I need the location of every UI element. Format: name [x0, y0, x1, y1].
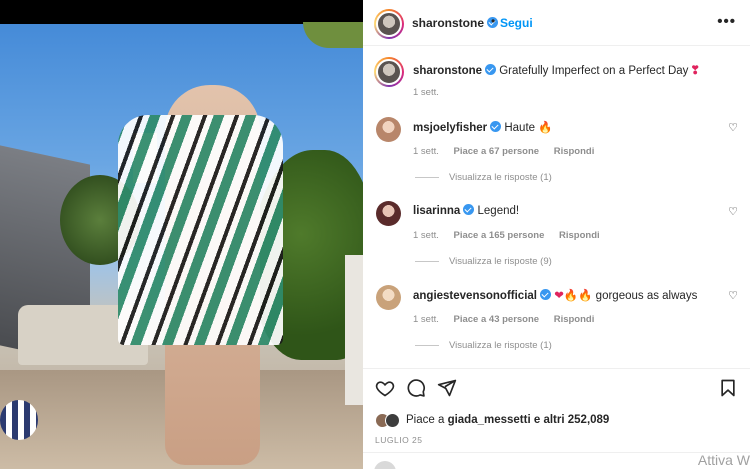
view-replies-label: Visualizza le risposte (9): [449, 256, 552, 267]
comment-text: gorgeous as always: [595, 290, 698, 302]
commenter-username[interactable]: angiestevensonofficial: [413, 290, 537, 302]
tree-leaves: [303, 22, 363, 48]
commenter-avatar[interactable]: [376, 201, 401, 226]
author-avatar[interactable]: [374, 9, 404, 39]
comment-time[interactable]: 1 sett.: [413, 314, 439, 325]
view-replies-label: Visualizza le risposte (1): [449, 172, 552, 183]
more-options-icon[interactable]: •••: [717, 13, 736, 30]
header-separator: •: [491, 14, 496, 28]
reply-button[interactable]: Rispondi: [559, 230, 600, 241]
comment-likes-count[interactable]: Piace a 67 persone: [454, 146, 540, 157]
comment-likes-count[interactable]: Piace a 43 persone: [454, 314, 540, 325]
author-username[interactable]: sharonstone: [412, 16, 484, 30]
comment-like-heart-icon[interactable]: ♡: [728, 289, 738, 302]
verified-icon: [490, 121, 502, 132]
verified-icon: [463, 204, 475, 215]
comment-item: angiestevensonofficial ❤🔥🔥 gorgeous as a…: [363, 285, 750, 365]
likes-others[interactable]: e altri 252,089: [534, 414, 609, 426]
liker-username[interactable]: giada_messetti: [448, 414, 531, 426]
reply-button[interactable]: Rispondi: [554, 314, 595, 325]
reply-button[interactable]: Rispondi: [554, 146, 595, 157]
view-replies-button[interactable]: Visualizza le risposte (1): [415, 172, 552, 183]
fire-emoji: 🔥: [538, 122, 553, 134]
verified-icon: [539, 289, 551, 300]
current-user-avatar: [374, 461, 396, 469]
post-date[interactable]: LUGLIO 25: [375, 435, 423, 445]
follow-button[interactable]: Segui: [500, 16, 533, 30]
view-replies-label: Visualizza le risposte (1): [449, 340, 552, 351]
comment-time[interactable]: 1 sett.: [413, 146, 439, 157]
comment-icon[interactable]: [406, 378, 426, 398]
comment-likes-count[interactable]: Piace a 165 persone: [454, 230, 545, 241]
striped-towel: [118, 115, 283, 345]
paper-plane-icon[interactable]: [437, 378, 457, 398]
caption-time[interactable]: 1 sett.: [413, 87, 439, 98]
caption-text: Gratefully Imperfect on a Perfect Day: [499, 65, 689, 77]
commenter-username[interactable]: lisarinna: [413, 205, 460, 217]
verified-icon: [485, 64, 497, 75]
photo-top-band: [0, 0, 363, 24]
comment-like-heart-icon[interactable]: ♡: [728, 205, 738, 218]
replies-divider: [415, 261, 439, 262]
heart-fire-emoji: ❤🔥🔥: [554, 290, 593, 302]
commenter-avatar[interactable]: [376, 285, 401, 310]
commenter-username[interactable]: msjoelyfisher: [413, 122, 487, 134]
caption-author-avatar[interactable]: [374, 57, 404, 87]
activation-watermark: Attiva W: [697, 452, 750, 468]
comment-like-heart-icon[interactable]: ♡: [728, 121, 738, 134]
post-photo[interactable]: [0, 0, 363, 469]
view-replies-button[interactable]: Visualizza le risposte (9): [415, 256, 552, 267]
replies-divider: [415, 345, 439, 346]
towel-rack: [345, 255, 363, 405]
striped-ball: [0, 400, 38, 440]
comment-text: Haute: [504, 122, 536, 134]
caption: sharonstone Gratefully Imperfect on a Pe…: [413, 63, 700, 77]
likes-summary: Piace a giada_messetti e altri 252,089: [375, 410, 609, 430]
comment-item: msjoelyfisher Haute 🔥 1 sett. Piace a 67…: [363, 117, 750, 197]
divider: [363, 452, 750, 453]
heart-icon[interactable]: [375, 378, 395, 398]
replies-divider: [415, 177, 439, 178]
view-replies-button[interactable]: Visualizza le risposte (1): [415, 340, 552, 351]
comment-text: Legend!: [477, 205, 520, 217]
comment-item: lisarinna Legend! 1 sett. Piace a 165 pe…: [363, 201, 750, 281]
post-header: sharonstone • Segui •••: [363, 0, 750, 46]
likes-prefix: Piace a: [406, 414, 445, 426]
caption-username[interactable]: sharonstone: [413, 65, 482, 77]
post-side-panel: sharonstone • Segui ••• sharonstone Grat…: [363, 0, 750, 469]
liker-avatar[interactable]: [385, 412, 400, 428]
bookmark-icon[interactable]: [718, 378, 738, 398]
commenter-avatar[interactable]: [376, 117, 401, 142]
post-action-bar: [363, 368, 750, 404]
heart-exclamation-emoji: ❣: [690, 65, 701, 77]
comment-time[interactable]: 1 sett.: [413, 230, 439, 241]
